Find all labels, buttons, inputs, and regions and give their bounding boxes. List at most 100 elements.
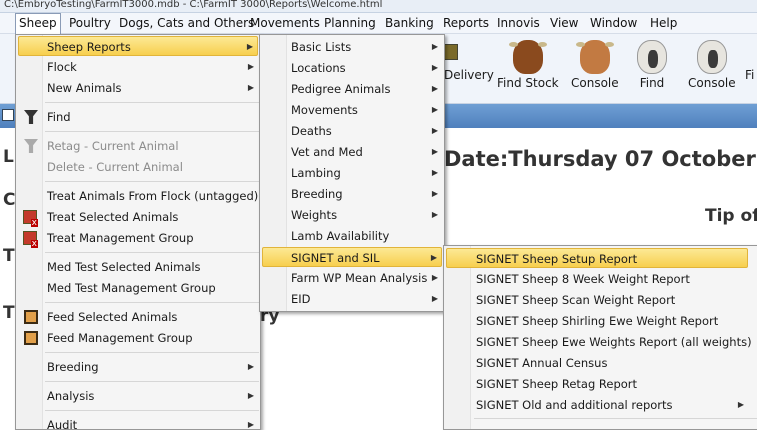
menu-window[interactable]: Window bbox=[590, 13, 637, 33]
menu-item-label: Treat Management Group bbox=[47, 231, 194, 245]
menu-item-label: SIGNET Sheep Scan Weight Report bbox=[476, 293, 676, 307]
menu-sheep[interactable]: Sheep bbox=[15, 13, 61, 34]
menu-item-vet-and-med[interactable]: Vet and Med ▶ bbox=[262, 142, 442, 162]
menu-item-label: SIGNET Sheep Ewe Weights Report (all wei… bbox=[476, 335, 752, 349]
menu-item-med-test-management-group[interactable]: Med Test Management Group bbox=[18, 278, 258, 298]
menu-item-feed-selected-animals[interactable]: Feed Selected Animals bbox=[18, 307, 258, 327]
menu-item-flock[interactable]: Flock ▶ bbox=[18, 57, 258, 77]
toolbar-console-button[interactable]: Console bbox=[571, 40, 619, 90]
menu-item-signet-annual-census[interactable]: SIGNET Annual Census bbox=[446, 353, 748, 373]
menu-separator bbox=[45, 131, 259, 132]
menu-item-label: Farm WP Mean Analysis bbox=[291, 271, 428, 285]
menu-item-weights[interactable]: Weights ▶ bbox=[262, 205, 442, 225]
sheep-icon bbox=[637, 40, 667, 74]
toolbar-console-sheep-label: Console bbox=[688, 76, 736, 90]
menu-item-movements[interactable]: Movements ▶ bbox=[262, 100, 442, 120]
menu-separator bbox=[45, 381, 259, 382]
menu-item-deaths[interactable]: Deaths ▶ bbox=[262, 121, 442, 141]
menu-item-treat-management-group[interactable]: Treat Management Group bbox=[18, 228, 258, 248]
chevron-right-icon: ▶ bbox=[431, 294, 438, 303]
menu-item-label: Movements bbox=[291, 103, 358, 117]
menu-item-treat-selected-animals[interactable]: Treat Selected Animals bbox=[18, 207, 258, 227]
menu-item-treat-animals-from-flock[interactable]: Treat Animals From Flock (untagged) bbox=[18, 186, 258, 206]
menu-item-label: SIGNET Sheep Retag Report bbox=[476, 377, 638, 391]
menu-item-sheep-reports[interactable]: Sheep Reports ▶ bbox=[18, 36, 258, 56]
menu-poultry[interactable]: Poultry bbox=[69, 13, 111, 33]
menu-item-label: Audit bbox=[47, 418, 78, 430]
tip-of-day-heading: Tip of bbox=[705, 206, 757, 226]
menu-item-med-test-selected-animals[interactable]: Med Test Selected Animals bbox=[18, 257, 258, 277]
menu-item-label: Treat Animals From Flock (untagged) bbox=[47, 189, 259, 203]
menu-item-breeding[interactable]: Breeding ▶ bbox=[262, 184, 442, 204]
menu-item-label: SIGNET Sheep Shirling Ewe Weight Report bbox=[476, 314, 719, 328]
menu-movements[interactable]: Movements bbox=[250, 13, 320, 33]
menu-item-locations[interactable]: Locations ▶ bbox=[262, 58, 442, 78]
menu-item-basic-lists[interactable]: Basic Lists ▶ bbox=[262, 37, 442, 57]
menu-innovis[interactable]: Innovis bbox=[497, 13, 540, 33]
menu-item-signet-ewe-weights-report[interactable]: SIGNET Sheep Ewe Weights Report (all wei… bbox=[446, 332, 752, 352]
chevron-right-icon: ▶ bbox=[246, 42, 253, 51]
menu-item-label: Find bbox=[47, 110, 71, 124]
menu-view[interactable]: View bbox=[550, 13, 578, 33]
menu-item-analysis[interactable]: Analysis ▶ bbox=[18, 386, 258, 406]
menu-separator bbox=[45, 181, 259, 182]
menu-item-find[interactable]: Find bbox=[18, 107, 258, 127]
toolbar-find-button[interactable]: Find bbox=[637, 40, 667, 90]
toolbar-console-label: Console bbox=[571, 76, 619, 90]
menu-help[interactable]: Help bbox=[650, 13, 677, 33]
menu-separator bbox=[45, 102, 259, 103]
toolbar-console-sheep-button[interactable]: Console bbox=[688, 40, 736, 90]
heading-fragment: C bbox=[3, 190, 16, 210]
menu-item-label: Lamb Availability bbox=[291, 229, 390, 243]
menu-item-signet-sheep-setup-report[interactable]: SIGNET Sheep Setup Report bbox=[446, 248, 748, 268]
menu-item-eid[interactable]: EID ▶ bbox=[262, 289, 442, 309]
heading-fragment: T bbox=[3, 303, 15, 323]
menu-item-signet-scan-weight-report[interactable]: SIGNET Sheep Scan Weight Report bbox=[446, 290, 748, 310]
menu-item-label: Retag - Current Animal bbox=[47, 139, 179, 153]
menu-item-breeding[interactable]: Breeding ▶ bbox=[18, 357, 258, 377]
menu-item-farm-wp-mean-analysis[interactable]: Farm WP Mean Analysis ▶ bbox=[262, 268, 442, 288]
menu-item-label: Breeding bbox=[47, 360, 99, 374]
menu-item-label: Feed Selected Animals bbox=[47, 310, 178, 324]
chevron-right-icon: ▶ bbox=[247, 420, 254, 429]
menu-item-feed-management-group[interactable]: Feed Management Group bbox=[18, 328, 258, 348]
menu-item-signet-and-sil[interactable]: SIGNET and SIL ▶ bbox=[262, 247, 442, 267]
menu-item-signet-8-week-weight-report[interactable]: SIGNET Sheep 8 Week Weight Report bbox=[446, 269, 748, 289]
toolbar-find-stock-button[interactable]: Find Stock bbox=[497, 40, 559, 90]
menu-item-label: Basic Lists bbox=[291, 40, 352, 54]
menu-item-pedigree-animals[interactable]: Pedigree Animals ▶ bbox=[262, 79, 442, 99]
menu-item-retag-current-animal: Retag - Current Animal bbox=[18, 136, 258, 156]
menu-item-delete-current-animal: Delete - Current Animal bbox=[18, 157, 258, 177]
menu-reports[interactable]: Reports bbox=[443, 13, 489, 33]
delivery-icon bbox=[444, 44, 458, 60]
menu-item-label: SIGNET and SIL bbox=[291, 251, 380, 265]
chevron-right-icon: ▶ bbox=[431, 210, 438, 219]
chevron-right-icon: ▶ bbox=[431, 63, 438, 72]
menu-separator bbox=[45, 302, 259, 303]
treatment-icon bbox=[23, 231, 38, 248]
menu-planning[interactable]: Planning bbox=[324, 13, 376, 33]
menu-item-signet-shirling-ewe-weight-report[interactable]: SIGNET Sheep Shirling Ewe Weight Report bbox=[446, 311, 748, 331]
chevron-right-icon: ▶ bbox=[247, 83, 254, 92]
toolbar-find-stock-label: Find Stock bbox=[497, 76, 559, 90]
chevron-right-icon: ▶ bbox=[431, 42, 438, 51]
menu-item-lambing[interactable]: Lambing ▶ bbox=[262, 163, 442, 183]
menu-item-label: SIGNET Annual Census bbox=[476, 356, 608, 370]
menu-item-audit[interactable]: Audit ▶ bbox=[18, 415, 258, 430]
menu-separator bbox=[45, 352, 259, 353]
sheep-menu: Sheep Reports ▶ Flock ▶ New Animals ▶ Fi… bbox=[15, 34, 261, 430]
menu-bar: Sheep Poultry Dogs, Cats and Others Move… bbox=[0, 13, 757, 34]
toolbar-delivery-label: Delivery bbox=[444, 68, 494, 82]
menu-item-lamb-availability[interactable]: Lamb Availability bbox=[262, 226, 442, 246]
menu-item-new-animals[interactable]: New Animals ▶ bbox=[18, 78, 258, 98]
toolbar-fi-button[interactable]: Fi bbox=[745, 68, 754, 82]
menu-dogs-cats-others[interactable]: Dogs, Cats and Others bbox=[119, 13, 254, 33]
menu-item-signet-old-and-additional-reports[interactable]: SIGNET Old and additional reports ▶ bbox=[446, 395, 748, 415]
menu-item-label: SIGNET Sheep 8 Week Weight Report bbox=[476, 272, 690, 286]
document-icon bbox=[2, 109, 14, 121]
menu-item-label: Locations bbox=[291, 61, 346, 75]
menu-banking[interactable]: Banking bbox=[385, 13, 434, 33]
welcome-date: Date:Thursday 07 October 2 bbox=[444, 147, 757, 171]
toolbar-delivery-button[interactable]: Delivery bbox=[444, 68, 494, 82]
menu-item-signet-retag-report[interactable]: SIGNET Sheep Retag Report bbox=[446, 374, 748, 394]
